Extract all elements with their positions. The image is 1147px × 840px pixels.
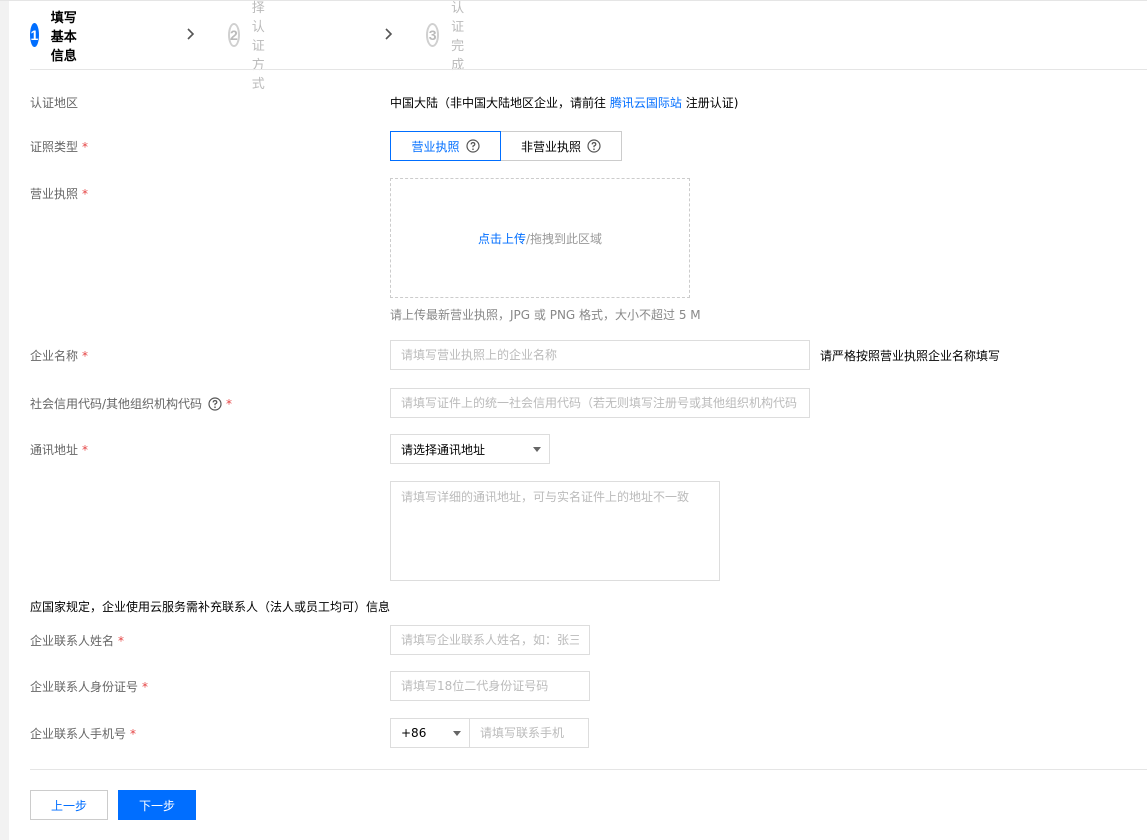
- contact-name-label: 企业联系人姓名 *: [30, 633, 125, 649]
- question-help-icon[interactable]: [587, 139, 601, 153]
- cert-type-business-license[interactable]: 营业执照: [390, 131, 501, 161]
- step-1-number: 1: [30, 23, 39, 47]
- step-3-number: 3: [426, 23, 440, 47]
- license-hint: 请上传最新营业执照，JPG 或 PNG 格式，大小不超过 5 M: [390, 308, 701, 322]
- step-1-label: 填写基本信息: [50, 10, 77, 64]
- cert-type-label: 证照类型 *: [30, 139, 89, 155]
- chevron-right-icon: [385, 28, 393, 40]
- step-3-label: 认证完成: [451, 1, 465, 73]
- contact-phone-input[interactable]: [469, 718, 589, 748]
- prev-step-button[interactable]: 上一步: [30, 790, 108, 820]
- chevron-right-icon: [187, 28, 195, 40]
- top-border: [0, 0, 1147, 1]
- step-3: 3 认证完成: [426, 1, 475, 73]
- contact-id-input[interactable]: [390, 671, 590, 701]
- caret-down-icon: [453, 731, 461, 736]
- cert-type-non-business-license[interactable]: 非营业执照: [500, 131, 622, 161]
- upload-drag-text: /拖拽到此区域: [525, 231, 603, 246]
- footer-divider: [30, 769, 1147, 770]
- address-label: 通讯地址 *: [30, 442, 89, 458]
- license-upload-area[interactable]: 点击上传/拖拽到此区域: [390, 178, 690, 298]
- left-panel-edge: [0, 0, 9, 840]
- question-help-icon[interactable]: [208, 396, 222, 411]
- contact-id-label: 企业联系人身份证号 *: [30, 679, 149, 695]
- address-select[interactable]: 请选择通讯地址: [390, 434, 550, 464]
- step-2-number: 2: [228, 23, 240, 47]
- cert-type-segmented: 营业执照 非营业执照: [390, 131, 622, 161]
- contact-name-input[interactable]: [390, 625, 590, 655]
- step-1: 1 填写基本信息: [30, 11, 79, 64]
- company-name-label: 企业名称 *: [30, 348, 89, 364]
- contact-notice: 应国家规定，企业使用云服务需补充联系人（法人或员工均可）信息: [30, 600, 391, 614]
- caret-down-icon: [533, 447, 541, 452]
- international-site-link[interactable]: 腾讯云国际站: [610, 96, 682, 110]
- region-label: 认证地区: [30, 96, 79, 110]
- step-2: 2 选择认证方式: [228, 1, 277, 92]
- step-2-label: 选择认证方式: [251, 1, 265, 92]
- company-name-input[interactable]: [390, 340, 810, 370]
- credit-code-label: 社会信用代码/其他组织机构代码 *: [30, 396, 233, 412]
- contact-phone-label: 企业联系人手机号 *: [30, 726, 137, 742]
- license-label: 营业执照 *: [30, 186, 89, 202]
- upload-link[interactable]: 点击上传: [478, 230, 526, 247]
- credit-code-input[interactable]: [390, 388, 810, 418]
- next-step-button[interactable]: 下一步: [118, 790, 196, 820]
- country-code-select[interactable]: +86: [390, 718, 470, 748]
- question-help-icon[interactable]: [465, 139, 480, 153]
- company-name-note: 请严格按照营业执照企业名称填写: [820, 349, 1001, 363]
- region-value: 中国大陆（非中国大陆地区企业，请前往 腾讯云国际站 注册认证): [390, 96, 739, 110]
- header-divider: [30, 69, 1147, 70]
- address-detail-textarea[interactable]: [390, 481, 720, 581]
